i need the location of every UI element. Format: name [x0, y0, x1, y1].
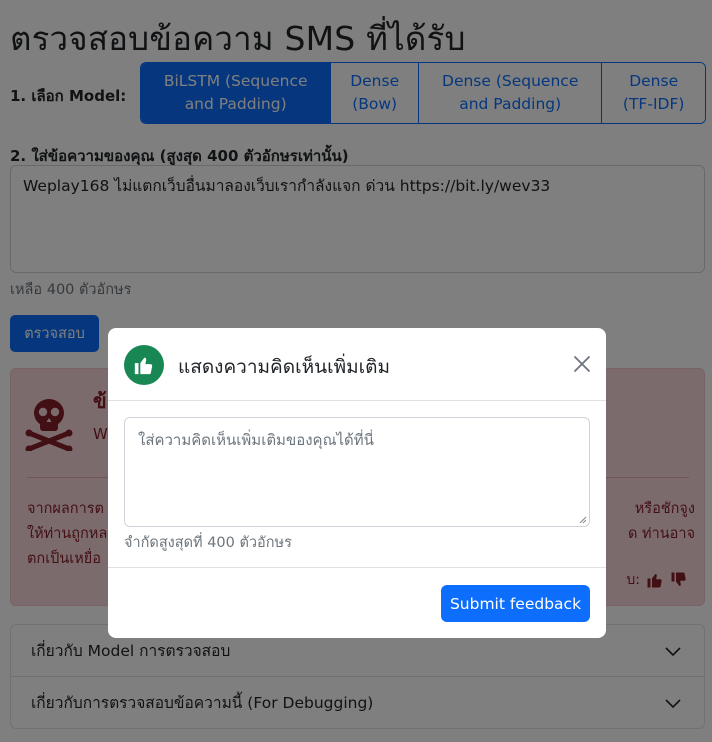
feedback-limit-text: จำกัดสูงสุดที่ 400 ตัวอักษร — [124, 535, 292, 551]
modal-title: แสดงความคิดเห็นเพิ่มเติม — [178, 356, 390, 378]
resize-grip-icon[interactable] — [577, 514, 587, 524]
modal-footer: Submit feedback — [108, 567, 606, 638]
feedback-textarea[interactable]: ใส่ความคิดเห็นเพิ่มเติมของคุณได้ที่นี่ — [124, 417, 590, 527]
feedback-placeholder: ใส่ความคิดเห็นเพิ่มเติมของคุณได้ที่นี่ — [138, 431, 374, 449]
submit-feedback-button[interactable]: Submit feedback — [441, 585, 590, 622]
close-icon[interactable] — [572, 354, 592, 374]
feedback-modal: แสดงความคิดเห็นเพิ่มเติม ใส่ความคิดเห็นเ… — [108, 328, 606, 638]
modal-header: แสดงความคิดเห็นเพิ่มเติม — [108, 328, 606, 401]
thumbs-up-icon — [124, 345, 164, 385]
